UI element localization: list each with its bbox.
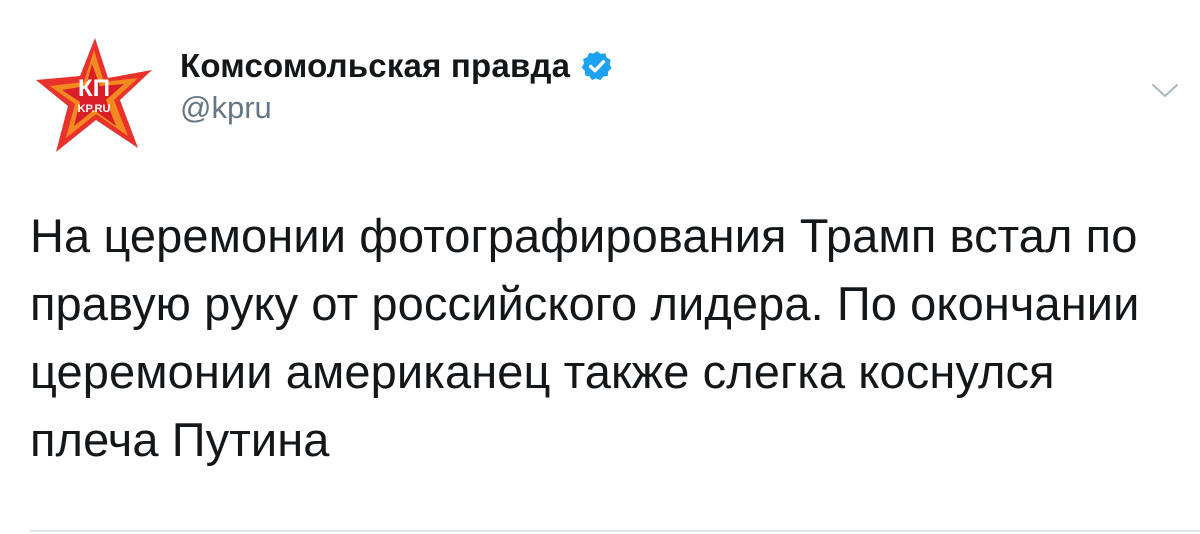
tweet-text: На церемонии фотографирования Трамп вста… <box>30 209 1140 466</box>
divider <box>30 530 1200 532</box>
tweet-card: КП KP.RU Комсомольская правда @kpru На ц… <box>0 0 1200 534</box>
name-row: Комсомольская правда <box>180 44 614 88</box>
tweet-author: Комсомольская правда @kpru <box>180 44 614 126</box>
display-name[interactable]: Комсомольская правда <box>180 47 570 85</box>
user-handle[interactable]: @kpru <box>180 90 614 126</box>
logo-text-bottom: KP.RU <box>78 103 111 115</box>
chevron-down-icon[interactable] <box>1150 80 1180 102</box>
avatar[interactable]: КП KP.RU <box>30 30 160 160</box>
kp-logo-icon: КП KP.RU <box>36 38 152 152</box>
verified-badge-icon <box>580 49 614 83</box>
logo-text-top: КП <box>78 75 110 102</box>
